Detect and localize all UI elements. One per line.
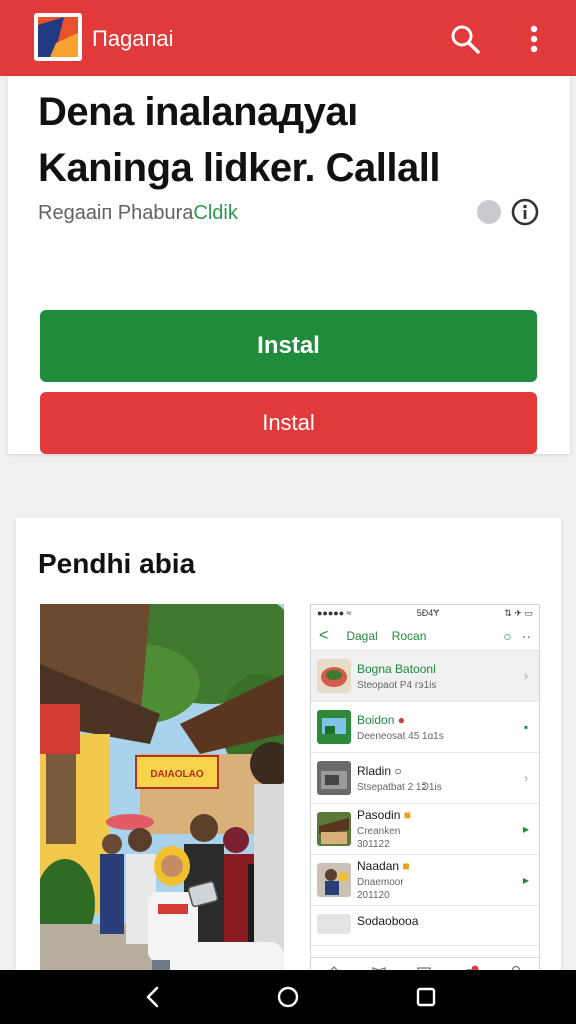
phone-item-thumb (317, 863, 351, 897)
play-icon: ▸ (522, 822, 530, 836)
phone-search-icon: ○ (503, 627, 512, 644)
app-name-heading: Dena inalanaдyaı Kaninga lidker. Callall (38, 84, 548, 196)
chevron-right-icon: › (524, 771, 528, 785)
phone-item-badge: ■ (402, 859, 410, 873)
phone-item-badge: ○ (394, 763, 402, 778)
app-name-line-2: Kaninga lidker. Callall (38, 146, 440, 190)
phone-list-item: Bogna Batoonl Steopaot P4 гэ1is › (311, 651, 539, 702)
screenshots-card: Pendhi abia DAIAOLAO ●●●●● ≈ 5Ð4Ɏ ⇅ ✈ ▭ … (16, 518, 561, 988)
install-secondary-button[interactable]: Instal (40, 392, 537, 454)
phone-item-sub2: 301122 (357, 839, 390, 850)
phone-header-left: Dagal (346, 628, 378, 643)
phone-item-name: Bogna Batoonl (357, 661, 436, 676)
phone-item-sub: Deeneosat 45 1ɑ1s (357, 730, 444, 742)
developer-name[interactable]: Regaaiп PhaburaCldik (38, 202, 238, 225)
photo-scene: DAIAOLAO (40, 604, 284, 988)
phone-item-badge: ■ (403, 808, 411, 822)
phone-item-name-text: Rladin (357, 763, 392, 778)
phone-item-sub: Dnaemoor (357, 877, 404, 888)
phone-item-name-text: Naadan (357, 859, 400, 873)
install-button[interactable]: Instal (40, 310, 537, 382)
phone-item-thumb (317, 761, 351, 795)
developer-name-prefix: Regaaiп Phabura (38, 202, 194, 224)
app-details-card: Dena inalanaдyaı Kaninga lidker. Callall… (8, 76, 570, 454)
nav-recents-icon[interactable] (413, 984, 439, 1010)
phone-item-name: Rladin ○ (357, 764, 519, 778)
phone-more-icon: ·· (521, 627, 531, 644)
phone-item-name: Naadan ■ (357, 859, 519, 873)
phone-list-item: Sodaobooa (311, 906, 539, 946)
phone-list-item: Boidon ● Deeneosat 45 1ɑ1s ▪ (311, 702, 539, 753)
status-dot-icon (477, 200, 501, 224)
photo-sign-text: DAIAOLAO (150, 769, 204, 780)
app-name-line-1: Dena inalanaдyaı (38, 90, 358, 134)
phone-item-name-text: Pasodin (357, 808, 401, 822)
phone-item-thumb (317, 812, 351, 846)
screenshot-photo[interactable]: DAIAOLAO (40, 604, 284, 988)
screenshot-phone[interactable]: ●●●●● ≈ 5Ð4Ɏ ⇅ ✈ ▭ < Dagal Rocan ○ ·· Bo… (310, 604, 540, 988)
phone-item-name: Boidon ● (357, 713, 519, 727)
app-title: Пagaпai (92, 26, 174, 51)
phone-item-sub2: 201120 (357, 890, 390, 901)
phone-item-sub: Steopaot P4 гэ1is (357, 679, 437, 691)
system-nav-bar (0, 970, 576, 1024)
phone-item-sub: Creanken (357, 826, 401, 837)
phone-item-badge: ● (397, 712, 405, 727)
developer-name-accent: Cldik (193, 202, 238, 224)
screenshots-title: Pendhi abia (38, 548, 196, 579)
app-logo-icon (34, 13, 82, 61)
phone-header: < Dagal Rocan ○ ·· (311, 621, 539, 651)
app-bar: Пagaпai (0, 0, 576, 76)
phone-status-bar: ●●●●● ≈ 5Ð4Ɏ ⇅ ✈ ▭ (311, 605, 539, 621)
phone-item-thumb (317, 659, 351, 693)
phone-list-item: Pasodin ■ Creanken 301122 ▸ (311, 804, 539, 855)
phone-status-left: ●●●●● ≈ (317, 608, 352, 618)
phone-item-name-text: Boidon (357, 712, 395, 727)
phone-back-icon: < (319, 626, 329, 644)
more-vert-icon[interactable] (520, 22, 548, 56)
phone-header-right: Rocan (391, 628, 427, 643)
nav-home-icon[interactable] (275, 984, 301, 1010)
phone-item-thumb (317, 710, 351, 744)
phone-item-sub: Stsepatbat 2 1ᕲ1is (357, 781, 442, 793)
chat-icon: ▪ (523, 720, 529, 734)
phone-item-thumb (317, 914, 351, 934)
phone-status-right: ⇅ ✈ ▭ (504, 607, 533, 618)
play-icon: ▸ (522, 873, 530, 887)
phone-item-name: Sodaobooa (357, 914, 419, 928)
search-icon[interactable] (448, 22, 482, 56)
phone-status-center: 5Ð4Ɏ (416, 608, 440, 618)
chevron-right-icon: › (524, 669, 528, 683)
phone-list-item: Naadan ■ Dnaemoor 201120 ▸ (311, 855, 539, 906)
phone-list-item: Rladin ○ Stsepatbat 2 1ᕲ1is › (311, 753, 539, 804)
phone-item-name: Pasodin ■ (357, 808, 519, 822)
nav-back-icon[interactable] (140, 984, 166, 1010)
info-icon[interactable] (511, 198, 539, 226)
